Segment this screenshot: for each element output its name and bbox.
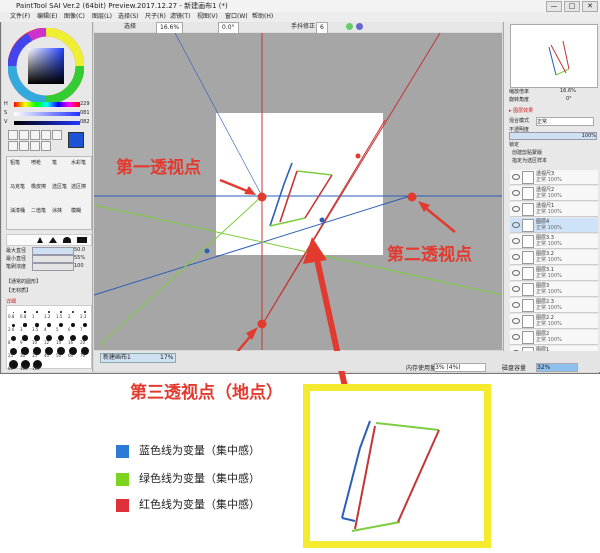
inset-figure [341,420,440,532]
handle-center-dot [319,217,325,223]
layer-visibility-icon[interactable] [512,190,520,196]
memory-label: 内存使用量 [406,365,437,372]
layer-list: 透视尺3 正常 100% 透视尺2 正常 100% 透视尺1 正常 100% 图层4 正常 1… [504,170,600,370]
ref-checkbox[interactable]: 指定为选区样本 [512,157,547,164]
layer-mode: 正常 100% [536,193,562,199]
layer-row[interactable]: 图层3 正常 100% [510,282,598,297]
vp2-dot [407,192,417,202]
legend-green-swatch [116,472,129,486]
layer-visibility-icon[interactable] [512,334,520,340]
right-panel: 缩放倍率 16.6% 旋转角度 0° ▸ 图层效果 混合模式 正常 不透明度 1… [503,22,600,372]
layer-row[interactable]: 图层2.2 正常 100% [510,314,598,329]
rotation-label: 旋转角度 [509,97,530,103]
figure-green-stroke-2 [296,170,333,176]
disk-value: 32% [536,363,578,372]
layer-row[interactable]: 图层3.3 正常 100% [510,234,598,249]
layer-visibility-icon[interactable] [512,254,520,260]
vp3-dot [257,319,267,329]
layer-mode: 正常 100% [536,273,562,279]
layer-thumbnail [522,251,534,264]
layer-mode: 正常 100% [536,305,562,311]
layer-thumbnail [522,299,534,312]
legend-red: 红色线为变量（集中感） [116,496,260,512]
blend-mode-label: 混合模式 [509,118,530,124]
memory-value: 3% (4%) [434,363,486,372]
legend-red-text: 红色线为变量（集中感） [139,498,260,511]
layer-row[interactable]: 图层3.2 正常 100% [510,250,598,265]
layer-mode: 正常 100% [536,337,562,343]
inset-box [303,384,491,548]
layer-mode: 正常 100% [536,289,562,295]
layer-visibility-icon[interactable] [512,302,520,308]
status-bar: 新建画布1 17% 内存使用量 3% (4%) 磁盘容量 32% [94,351,600,372]
layer-mode: 正常 100% [536,241,562,247]
vp1-dot [257,192,267,202]
layer-thumbnail [522,219,534,232]
vp1-label: 第一透视点 [116,158,201,178]
legend-red-swatch [116,498,129,512]
red-perspective-line-2 [261,32,441,326]
layer-row[interactable]: 图层2 正常 100% [510,330,598,345]
layer-row[interactable]: 图层3.1 正常 100% [510,266,598,281]
layer-row[interactable]: 透视尺3 正常 100% [510,170,598,185]
layer-thumbnail [522,267,534,280]
vp2-label: 第二透视点 [387,245,472,265]
figure-green-stroke [269,217,306,227]
layer-visibility-icon[interactable] [512,174,520,180]
blend-mode-select[interactable]: 正常 [536,117,594,126]
layer-effect-toggle[interactable]: ▸ 图层效果 [509,107,533,114]
rotation-value[interactable]: 0° [566,96,572,102]
layer-thumbnail [522,203,534,216]
layer-thumbnail [522,187,534,200]
layer-row[interactable]: 透视尺2 正常 100% [510,186,598,201]
layer-mode: 正常 100% [536,257,562,263]
vp2-arrow [421,204,456,233]
layer-row[interactable]: 图层4 正常 100% [510,218,598,233]
green-perspective-line-2 [99,195,263,346]
clip-checkbox[interactable]: 创建剪贴蒙版 [512,149,542,156]
layer-visibility-icon[interactable] [512,318,520,324]
opacity-value: 100% [581,133,596,139]
legend-blue-swatch [116,444,129,458]
layer-visibility-icon[interactable] [512,286,520,292]
handle-red-dot [355,153,361,159]
document-zoom: 17% [160,354,174,361]
layer-row[interactable]: 图层2.3 正常 100% [510,298,598,313]
handle-blue-dot [204,248,210,254]
layer-mode: 正常 100% [536,225,562,231]
navigator-preview[interactable] [510,24,598,88]
layer-thumbnail [522,171,534,184]
layer-thumbnail [522,331,534,344]
layer-mode: 正常 100% [536,321,562,327]
layer-visibility-icon[interactable] [512,206,520,212]
legend-blue-text: 蓝色线为变量（集中感） [139,444,260,457]
opacity-slider[interactable]: 100% [509,132,597,140]
disk-label: 磁盘容量 [502,365,527,372]
lock-label: 锁定 [509,142,520,148]
layer-row[interactable]: 透视尺1 正常 100% [510,202,598,217]
vp3-label: 第三透视点（地点） [130,383,283,403]
zoom-ratio-label: 缩放倍率 [509,89,530,95]
layer-visibility-icon[interactable] [512,270,520,276]
zoom-ratio-value[interactable]: 16.6% [560,88,576,94]
layer-mode: 正常 100% [536,209,562,215]
blue-perspective-line [93,195,411,296]
layer-thumbnail [522,315,534,328]
layer-mode: 正常 100% [536,177,562,183]
layer-visibility-icon[interactable] [512,238,520,244]
layer-thumbnail [522,283,534,296]
layer-thumbnail [522,235,534,248]
legend-green-text: 绿色线为变量（集中感） [139,472,260,485]
legend-green: 绿色线为变量（集中感） [116,470,260,486]
legend-blue: 蓝色线为变量（集中感） [116,442,260,458]
layer-visibility-icon[interactable] [512,222,520,228]
